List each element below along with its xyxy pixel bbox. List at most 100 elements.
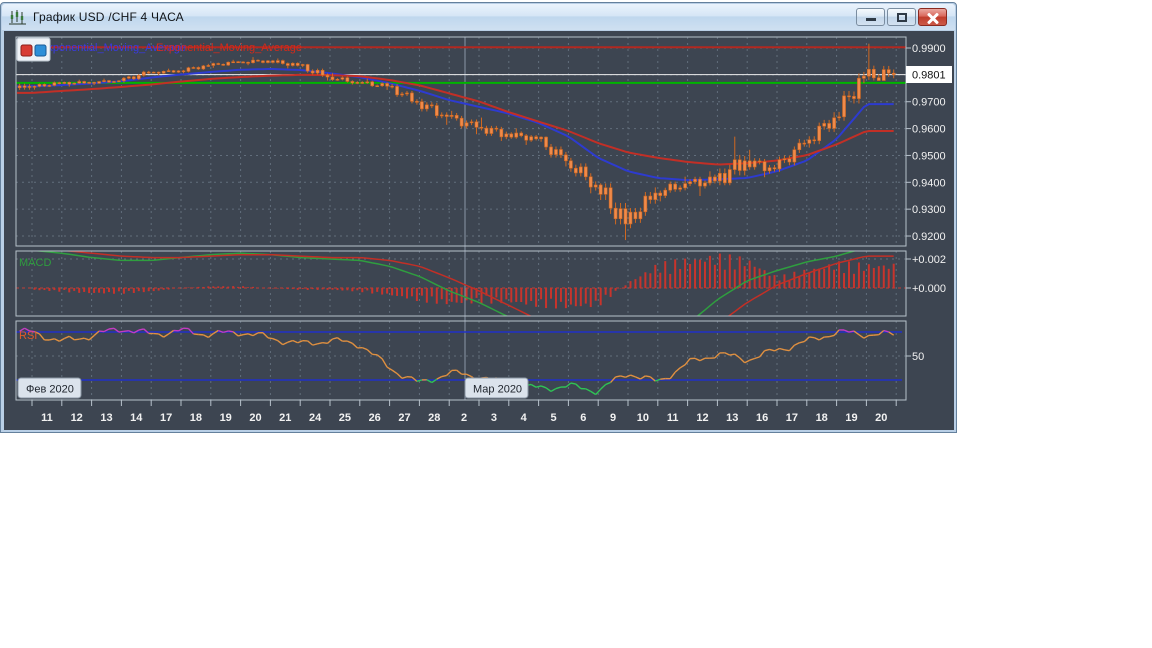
macd-histogram-bar — [108, 288, 110, 292]
macd-histogram-bar — [88, 288, 90, 293]
macd-histogram-bar — [207, 286, 209, 288]
macd-histogram-bar — [83, 288, 85, 292]
month-tag-mar: Мар 2020 — [465, 378, 528, 398]
macd-histogram-bar — [168, 288, 170, 290]
rsi-line-segment — [273, 339, 278, 341]
macd-histogram-bar — [600, 288, 602, 305]
minimize-button[interactable] — [856, 8, 885, 26]
macd-histogram-bar — [361, 288, 363, 292]
day-label: 2 — [461, 412, 467, 424]
rsi-line-segment — [283, 342, 288, 344]
macd-histogram-bar — [565, 288, 567, 308]
candle-body — [703, 183, 706, 186]
candle-body — [117, 81, 120, 82]
candle-body — [470, 122, 473, 123]
candle-body — [793, 150, 796, 162]
macd-histogram-bar — [68, 288, 70, 292]
candle-body — [619, 209, 622, 219]
macd-histogram-bar — [143, 288, 145, 292]
rsi-line-segment — [54, 339, 59, 341]
price-axis-label: 0.9500 — [912, 150, 946, 162]
macd-histogram-bar — [525, 288, 527, 305]
candle-body — [63, 82, 66, 83]
price-axis-label: 0.9200 — [912, 231, 946, 243]
macd-histogram-bar — [356, 288, 358, 290]
candle-body — [137, 75, 140, 78]
candle-body — [554, 150, 557, 155]
macd-histogram-bar — [868, 264, 870, 288]
legend-ema-red: Exponential_Moving_Average — [156, 42, 302, 54]
candle-body — [882, 70, 885, 81]
macd-histogram-bar — [570, 288, 572, 305]
price-axis-label: 0.9700 — [912, 97, 946, 109]
candle-body — [103, 81, 106, 82]
candle-body — [301, 65, 304, 66]
macd-histogram-bar — [123, 288, 125, 294]
close-button[interactable] — [918, 8, 947, 26]
macd-histogram-bar — [495, 288, 497, 297]
candle-body — [659, 193, 662, 196]
rsi-line-segment — [49, 339, 54, 340]
macd-histogram-bar — [73, 288, 75, 291]
window-titlebar[interactable]: График USD /CHF 4 ЧАСА — [2, 4, 955, 30]
maximize-button[interactable] — [887, 8, 916, 26]
macd-histogram-bar — [346, 288, 348, 290]
macd-histogram-bar — [262, 288, 264, 289]
candle-body — [18, 86, 21, 88]
macd-histogram-bar — [729, 254, 731, 288]
candle-body — [644, 196, 647, 212]
price-panel-border — [16, 37, 906, 246]
day-label: 14 — [130, 412, 143, 424]
candle-body — [286, 64, 289, 66]
macd-histogram-bar — [674, 259, 676, 288]
candle-body — [877, 78, 880, 81]
candle-body — [540, 137, 543, 139]
price-axis-label: 0.9400 — [912, 177, 946, 189]
indicator-buttons-panel — [17, 38, 50, 61]
day-label: 13 — [100, 412, 112, 424]
svg-text:Мар 2020: Мар 2020 — [473, 384, 522, 396]
rsi-line-segment — [755, 357, 760, 359]
rsi-line-segment — [859, 335, 864, 339]
candle-body — [843, 96, 846, 117]
candle-body — [490, 128, 493, 133]
macd-line — [17, 247, 894, 374]
rsi-line-segment — [253, 333, 258, 336]
macd-histogram-bar — [103, 288, 105, 293]
candle-body — [614, 208, 617, 219]
candlestick-chart-icon[interactable] — [9, 9, 27, 25]
day-label: 18 — [816, 412, 828, 424]
macd-histogram-bar — [416, 288, 418, 301]
candle-body — [336, 79, 339, 80]
macd-histogram-bar — [98, 288, 100, 293]
day-label: 19 — [220, 412, 232, 424]
macd-histogram-bar — [277, 288, 279, 289]
candle-body — [669, 184, 672, 190]
candle-body — [311, 71, 314, 73]
candle-body — [823, 123, 826, 126]
macd-label: MACD — [19, 257, 51, 269]
candle-body — [197, 67, 200, 68]
red-square-button[interactable] — [21, 45, 32, 56]
macd-histogram-bar — [793, 272, 795, 288]
blue-square-button[interactable] — [35, 45, 46, 56]
rsi-line-segment — [789, 345, 794, 350]
macd-histogram-bar — [520, 288, 522, 302]
macd-histogram-bar — [505, 288, 507, 299]
macd-histogram-bar — [436, 288, 438, 304]
rsi-line-segment — [571, 383, 576, 384]
macd-histogram-bar — [823, 269, 825, 288]
candle-body — [78, 81, 81, 83]
macd-histogram-bar — [550, 288, 552, 299]
macd-histogram-bar — [421, 288, 423, 296]
macd-histogram-bar — [267, 288, 269, 289]
rsi-line-segment — [864, 335, 869, 338]
chart-canvas[interactable]: 0.99000.97000.96000.95000.94000.93000.92… — [4, 31, 954, 430]
day-label: 28 — [428, 412, 440, 424]
candle-body — [584, 167, 587, 177]
candle-body — [768, 168, 771, 171]
candle-body — [252, 60, 255, 63]
rsi-line-segment — [680, 365, 685, 368]
candle-body — [356, 82, 359, 83]
day-label: 10 — [637, 412, 649, 424]
